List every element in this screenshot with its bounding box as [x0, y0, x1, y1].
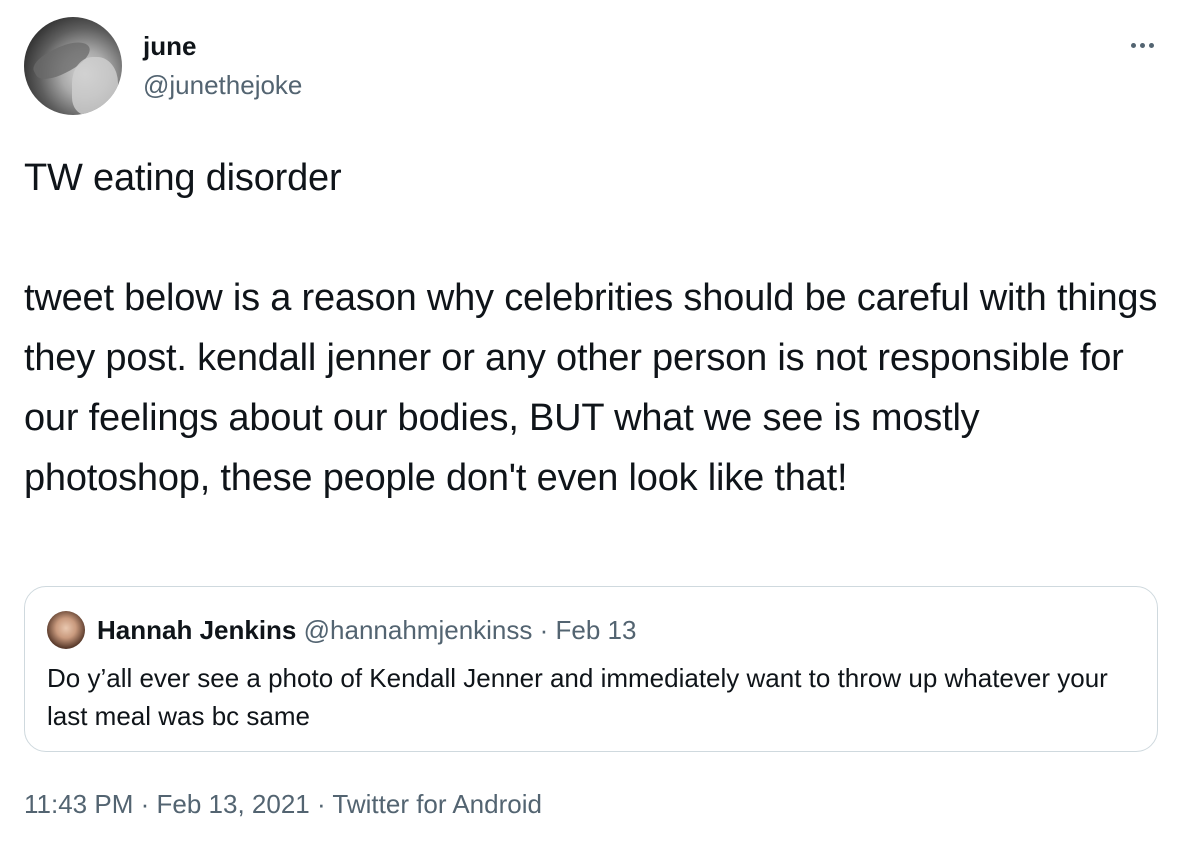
more-options-icon[interactable] — [1122, 30, 1162, 60]
meta-separator: · — [316, 789, 326, 819]
quoted-tweet[interactable]: Hannah Jenkins @hannahmjenkinss · Feb 13… — [24, 586, 1158, 752]
quoted-tweet-text: Do y’all ever see a photo of Kendall Jen… — [47, 663, 1108, 731]
avatar-shape — [72, 57, 118, 115]
tweet-meta: 11:43 PM · Feb 13, 2021 · Twitter for An… — [24, 786, 542, 822]
more-dot — [1139, 42, 1145, 48]
author-handle[interactable]: @junethejoke — [143, 69, 302, 101]
tweet-body: tweet below is a reason why celebrities … — [24, 277, 1158, 499]
author-display-name[interactable]: june — [143, 30, 196, 62]
quoted-tweet-header: Hannah Jenkins @hannahmjenkinss · Feb 13 — [97, 613, 636, 647]
tweet-date[interactable]: Feb 13, 2021 — [157, 789, 310, 819]
quoted-author-avatar[interactable] — [47, 611, 85, 649]
meta-separator: · — [140, 789, 150, 819]
quoted-date[interactable]: Feb 13 — [556, 615, 637, 645]
quoted-author-handle[interactable]: @hannahmjenkinss — [304, 615, 533, 645]
tweet-source[interactable]: Twitter for Android — [332, 789, 542, 819]
tweet-card: june @junethejoke TW eating disorder twe… — [0, 0, 1188, 848]
tweet-time[interactable]: 11:43 PM — [24, 789, 133, 819]
more-dot — [1148, 42, 1154, 48]
quoted-separator: · — [539, 615, 549, 645]
more-dot — [1130, 42, 1136, 48]
tweet-first-line: TW eating disorder — [24, 157, 342, 199]
quoted-author-name[interactable]: Hannah Jenkins — [97, 615, 296, 645]
author-avatar[interactable] — [24, 17, 122, 115]
